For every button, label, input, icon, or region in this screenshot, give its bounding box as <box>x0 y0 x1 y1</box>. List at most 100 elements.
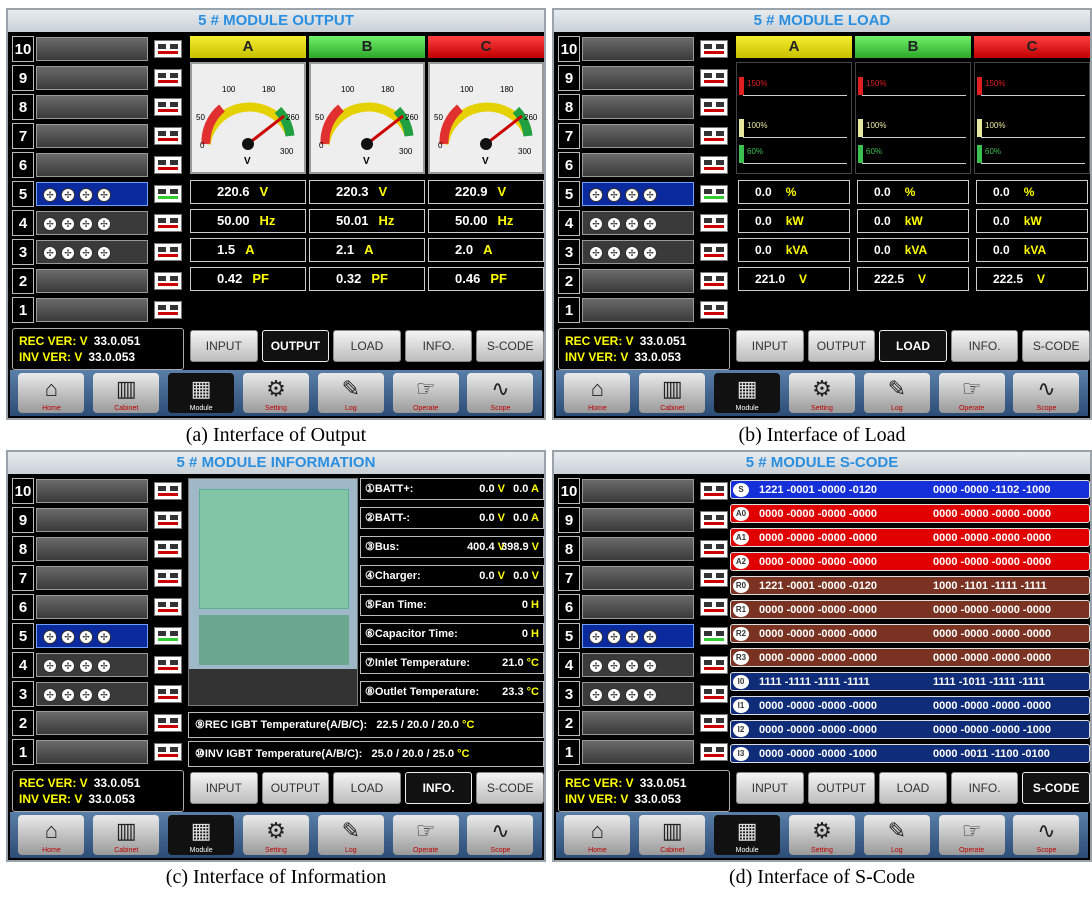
nav-cabinet-button[interactable]: ▥ Cabinet <box>93 815 160 855</box>
tab-info[interactable]: INFO. <box>950 330 1019 362</box>
module-row[interactable]: 8 <box>558 536 730 563</box>
module-slot[interactable] <box>582 740 694 764</box>
module-slot[interactable]: ✢ ✢ ✢ ✢ <box>582 653 694 677</box>
module-row[interactable]: 9 <box>558 65 730 92</box>
tab-s-code[interactable]: S-CODE <box>1022 772 1090 804</box>
module-row[interactable]: 5 ✢ ✢ ✢ ✢ <box>12 181 184 208</box>
nav-home-button[interactable]: ⌂ Home <box>564 373 631 413</box>
module-slot[interactable] <box>36 508 148 532</box>
module-slot[interactable] <box>582 37 694 61</box>
module-row[interactable]: 4 ✢ ✢ ✢ ✢ <box>12 652 184 679</box>
module-slot[interactable] <box>582 508 694 532</box>
module-slot[interactable]: ✢ ✢ ✢ ✢ <box>582 682 694 706</box>
module-row[interactable]: 5 ✢ ✢ ✢ ✢ <box>558 623 730 650</box>
module-row[interactable]: 8 <box>12 94 184 121</box>
nav-log-button[interactable]: ✎ Log <box>317 815 384 855</box>
module-slot[interactable]: ✢ ✢ ✢ ✢ <box>36 682 148 706</box>
tab-load[interactable]: LOAD <box>879 330 947 362</box>
tab-s-code[interactable]: S-CODE <box>1022 330 1090 362</box>
nav-operate-button[interactable]: ☞ Operate <box>392 373 459 413</box>
nav-module-button[interactable]: ▦ Module <box>168 815 235 855</box>
tab-input[interactable]: INPUT <box>190 772 258 804</box>
module-slot[interactable]: ✢ ✢ ✢ ✢ <box>582 624 694 648</box>
module-row[interactable]: 10 <box>558 478 730 505</box>
module-row[interactable]: 1 <box>12 297 184 324</box>
module-slot[interactable]: ✢ ✢ ✢ ✢ <box>582 211 694 235</box>
module-row[interactable]: 3 ✢ ✢ ✢ ✢ <box>558 239 730 266</box>
module-row[interactable]: 10 <box>12 36 184 63</box>
module-row[interactable]: 2 <box>558 268 730 295</box>
module-slot[interactable] <box>582 124 694 148</box>
module-row[interactable]: 10 <box>558 36 730 63</box>
module-slot[interactable]: ✢ ✢ ✢ ✢ <box>36 182 148 206</box>
module-row[interactable]: 6 <box>558 152 730 179</box>
module-slot[interactable] <box>582 269 694 293</box>
nav-scope-button[interactable]: ∿ Scope <box>1013 815 1080 855</box>
module-slot[interactable] <box>582 595 694 619</box>
module-slot[interactable] <box>36 37 148 61</box>
tab-output[interactable]: OUTPUT <box>261 330 330 362</box>
module-row[interactable]: 6 <box>12 594 184 621</box>
tab-output[interactable]: OUTPUT <box>807 330 876 362</box>
module-row[interactable]: 8 <box>12 536 184 563</box>
module-row[interactable]: 3 ✢ ✢ ✢ ✢ <box>558 681 730 708</box>
tab-input[interactable]: INPUT <box>736 772 804 804</box>
module-row[interactable]: 9 <box>12 65 184 92</box>
module-row[interactable]: 2 <box>12 268 184 295</box>
module-slot[interactable] <box>582 479 694 503</box>
module-row[interactable]: 5 ✢ ✢ ✢ ✢ <box>12 623 184 650</box>
nav-cabinet-button[interactable]: ▥ Cabinet <box>639 373 706 413</box>
nav-operate-button[interactable]: ☞ Operate <box>938 373 1005 413</box>
module-slot[interactable]: ✢ ✢ ✢ ✢ <box>582 182 694 206</box>
tab-info[interactable]: INFO. <box>404 330 473 362</box>
module-slot[interactable] <box>582 95 694 119</box>
module-slot[interactable] <box>36 740 148 764</box>
module-row[interactable]: 4 ✢ ✢ ✢ ✢ <box>12 210 184 237</box>
tab-input[interactable]: INPUT <box>190 330 258 362</box>
tab-load[interactable]: LOAD <box>333 330 401 362</box>
nav-log-button[interactable]: ✎ Log <box>863 373 930 413</box>
tab-s-code[interactable]: S-CODE <box>476 330 544 362</box>
nav-scope-button[interactable]: ∿ Scope <box>467 373 534 413</box>
module-slot[interactable]: ✢ ✢ ✢ ✢ <box>36 624 148 648</box>
nav-operate-button[interactable]: ☞ Operate <box>938 815 1005 855</box>
module-row[interactable]: 5 ✢ ✢ ✢ ✢ <box>558 181 730 208</box>
module-slot[interactable] <box>582 537 694 561</box>
module-row[interactable]: 7 <box>12 123 184 150</box>
module-row[interactable]: 1 <box>558 297 730 324</box>
module-slot[interactable] <box>36 711 148 735</box>
module-slot[interactable] <box>36 566 148 590</box>
nav-module-button[interactable]: ▦ Module <box>714 815 781 855</box>
module-row[interactable]: 3 ✢ ✢ ✢ ✢ <box>12 239 184 266</box>
module-row[interactable]: 9 <box>558 507 730 534</box>
nav-setting-button[interactable]: ⚙ Setting <box>242 373 309 413</box>
module-slot[interactable] <box>36 595 148 619</box>
module-slot[interactable] <box>36 479 148 503</box>
module-slot[interactable]: ✢ ✢ ✢ ✢ <box>36 653 148 677</box>
module-slot[interactable] <box>36 298 148 322</box>
module-slot[interactable]: ✢ ✢ ✢ ✢ <box>36 211 148 235</box>
module-row[interactable]: 9 <box>12 507 184 534</box>
module-slot[interactable] <box>36 124 148 148</box>
module-slot[interactable] <box>36 95 148 119</box>
module-row[interactable]: 4 ✢ ✢ ✢ ✢ <box>558 652 730 679</box>
module-row[interactable]: 7 <box>12 565 184 592</box>
module-slot[interactable] <box>36 537 148 561</box>
module-slot[interactable] <box>36 269 148 293</box>
tab-info[interactable]: INFO. <box>950 772 1019 804</box>
module-row[interactable]: 2 <box>12 710 184 737</box>
tab-info[interactable]: INFO. <box>404 772 473 804</box>
nav-log-button[interactable]: ✎ Log <box>317 373 384 413</box>
module-slot[interactable] <box>36 66 148 90</box>
module-slot[interactable] <box>582 566 694 590</box>
tab-output[interactable]: OUTPUT <box>261 772 330 804</box>
module-slot[interactable] <box>582 298 694 322</box>
module-slot[interactable]: ✢ ✢ ✢ ✢ <box>582 240 694 264</box>
module-slot[interactable]: ✢ ✢ ✢ ✢ <box>36 240 148 264</box>
module-row[interactable]: 2 <box>558 710 730 737</box>
module-row[interactable]: 7 <box>558 565 730 592</box>
nav-setting-button[interactable]: ⚙ Setting <box>788 815 855 855</box>
nav-home-button[interactable]: ⌂ Home <box>564 815 631 855</box>
module-row[interactable]: 10 <box>12 478 184 505</box>
nav-scope-button[interactable]: ∿ Scope <box>1013 373 1080 413</box>
